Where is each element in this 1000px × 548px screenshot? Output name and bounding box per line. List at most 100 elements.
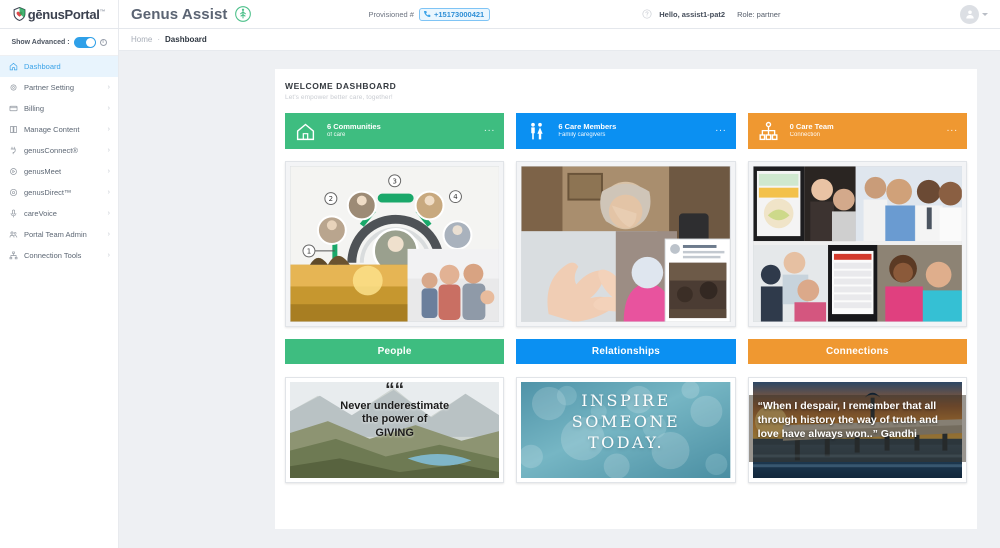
sidebar-item-genusmeet[interactable]: genusMeet › [0, 161, 118, 182]
question-circle-icon[interactable] [642, 9, 652, 19]
caregiving-collage[interactable] [516, 161, 736, 327]
chevron-right-icon: › [107, 84, 110, 91]
breadcrumb-home[interactable]: Home [131, 35, 152, 44]
page-title: WELCOME DASHBOARD Let's empower better c… [285, 81, 967, 101]
bar-people[interactable]: People [285, 339, 505, 364]
sidebar-item-dashboard[interactable]: Dashboard [0, 56, 118, 77]
panel-bottom-spacer [285, 483, 967, 503]
genus-tree-icon [234, 6, 251, 22]
stat-card-communities[interactable]: 6 Communities of care ... [285, 113, 505, 149]
show-advanced-toggle[interactable] [73, 36, 96, 48]
sidebar-nav: Dashboard Partner Setting › Billing › Ma… [0, 56, 118, 266]
sidebar-item-portal-team-admin[interactable]: Portal Team Admin › [0, 224, 118, 245]
stat-sub: Family caregivers [558, 131, 606, 138]
stat-card-care-team[interactable]: 0 Care Team Connection ... [747, 113, 967, 149]
sidebar: Show Advanced : i Dashboard Partner Sett… [0, 29, 119, 548]
provisioned-number-group: Provisioned # +15173000421 [369, 0, 491, 28]
show-advanced-row[interactable]: Show Advanced : i [0, 29, 118, 56]
sidebar-item-genusconnect[interactable]: genusConnect® › [0, 140, 118, 161]
care-circle-collage[interactable]: 1 2 3 4 [285, 161, 505, 327]
bar-label: People [377, 346, 412, 357]
welcome-dashboard-panel: WELCOME DASHBOARD Let's empower better c… [275, 69, 977, 529]
info-icon[interactable]: i [99, 38, 107, 46]
main-content: Home · Dashboard WELCOME DASHBOARD Let's… [119, 29, 1000, 548]
two-people-icon [531, 122, 543, 139]
sidebar-item-connection-tools[interactable]: Connection Tools › [0, 245, 118, 266]
provisioned-label: Provisioned # [368, 9, 414, 19]
sidebar-item-genusdirect[interactable]: genusDirect™ › [0, 182, 118, 203]
chevron-right-icon: › [107, 105, 110, 112]
user-role: Role: partner [737, 9, 781, 19]
brand-name: gēnusPortal™ [27, 6, 106, 22]
body: Show Advanced : i Dashboard Partner Sett… [0, 29, 1000, 548]
target-icon [9, 188, 18, 197]
chevron-down-icon [982, 12, 988, 16]
brand-trademark: ™ [99, 9, 106, 16]
quote-text: INSPIRE SOMEONE TODAY. [517, 390, 734, 453]
dashboard-title: WELCOME DASHBOARD [285, 81, 397, 91]
stat-card-care-members[interactable]: 6 Care Members Family caregivers ... [516, 113, 736, 149]
stat-sub: of care [327, 131, 346, 138]
quote-gandhi[interactable]: “When I despair, I remember that all thr… [747, 377, 967, 483]
stat-text: 0 Care Team Connection [790, 122, 947, 139]
dashboard-subtitle: Let's empower better care, together! [285, 94, 393, 101]
provisioned-number-pill[interactable]: +15173000421 [418, 7, 491, 21]
stat-menu-icon[interactable]: ... [715, 124, 726, 134]
chevron-right-icon: › [107, 168, 110, 175]
sidebar-item-label: Connection Tools [24, 251, 82, 260]
book-icon [10, 126, 17, 133]
stat-count: 0 Care Team [789, 122, 834, 132]
users-icon [9, 231, 18, 238]
chevron-right-icon: › [107, 147, 110, 154]
sidebar-item-label: Dashboard [24, 62, 61, 71]
breadcrumb-separator: · [157, 35, 161, 44]
sidebar-item-manage-content[interactable]: Manage Content › [0, 119, 118, 140]
account-menu[interactable] [960, 0, 1000, 28]
app-window: gēnusPortal™ Genus Assist Provisioned # … [0, 0, 1000, 548]
sidebar-item-label: Partner Setting [24, 83, 75, 92]
svg-text:2: 2 [329, 195, 333, 203]
quote-line-3: GIVING [375, 426, 414, 439]
video-icon [10, 168, 17, 175]
bar-connections[interactable]: Connections [747, 339, 967, 364]
provisioned-number: +15173000421 [433, 9, 485, 19]
breadcrumb: Home · Dashboard [119, 29, 1000, 51]
top-bar: gēnusPortal™ Genus Assist Provisioned # … [0, 0, 1000, 29]
brand-logo[interactable]: gēnusPortal™ [0, 0, 119, 28]
photo-panels: 1 2 3 4 [285, 161, 967, 327]
microphone-icon [10, 209, 17, 218]
avatar[interactable] [960, 4, 979, 24]
sidebar-item-partner-setting[interactable]: Partner Setting › [0, 77, 118, 98]
card-icon [9, 105, 18, 112]
caregiving-photos [521, 166, 731, 322]
quote-giving[interactable]: ““ Never underestimate the power of GIVI… [285, 377, 505, 483]
quote-inspire[interactable]: INSPIRE SOMEONE TODAY. [516, 377, 736, 483]
stat-menu-icon[interactable]: ... [484, 124, 495, 134]
network-icon [9, 251, 18, 260]
sidebar-item-label: genusConnect® [24, 146, 78, 155]
user-greeting: Hello, assist1-pat2 [659, 9, 726, 19]
sidebar-item-carevoice[interactable]: careVoice › [0, 203, 118, 224]
quote-panels: ““ Never underestimate the power of GIVI… [285, 377, 967, 483]
chevron-right-icon: › [107, 189, 110, 196]
svg-text:4: 4 [453, 193, 458, 201]
chevron-right-icon: › [107, 126, 110, 133]
bar-relationships[interactable]: Relationships [516, 339, 736, 364]
user-info-group: Hello, assist1-pat2 Role: partner [642, 0, 780, 28]
sidebar-item-billing[interactable]: Billing › [0, 98, 118, 119]
show-advanced-label: Show Advanced : [11, 38, 70, 46]
quote-mark: ““ [385, 380, 405, 401]
care-professionals-photos [752, 166, 962, 322]
stat-menu-icon[interactable]: ... [947, 124, 958, 134]
phone-icon [423, 11, 431, 17]
app-title-group: Genus Assist [119, 0, 265, 28]
quote-line-2: SOMEONE [571, 412, 681, 432]
stat-count: 6 Care Members [558, 122, 617, 132]
stat-sub: Connection [789, 131, 821, 138]
care-circle-diagram: 1 2 3 4 [290, 166, 500, 322]
quote-line-2: the power of [361, 413, 428, 426]
org-chart-icon [759, 121, 778, 140]
stat-text: 6 Care Members Family caregivers [558, 122, 715, 139]
breadcrumb-current: Dashboard [165, 35, 207, 44]
care-professionals-collage[interactable] [747, 161, 967, 327]
